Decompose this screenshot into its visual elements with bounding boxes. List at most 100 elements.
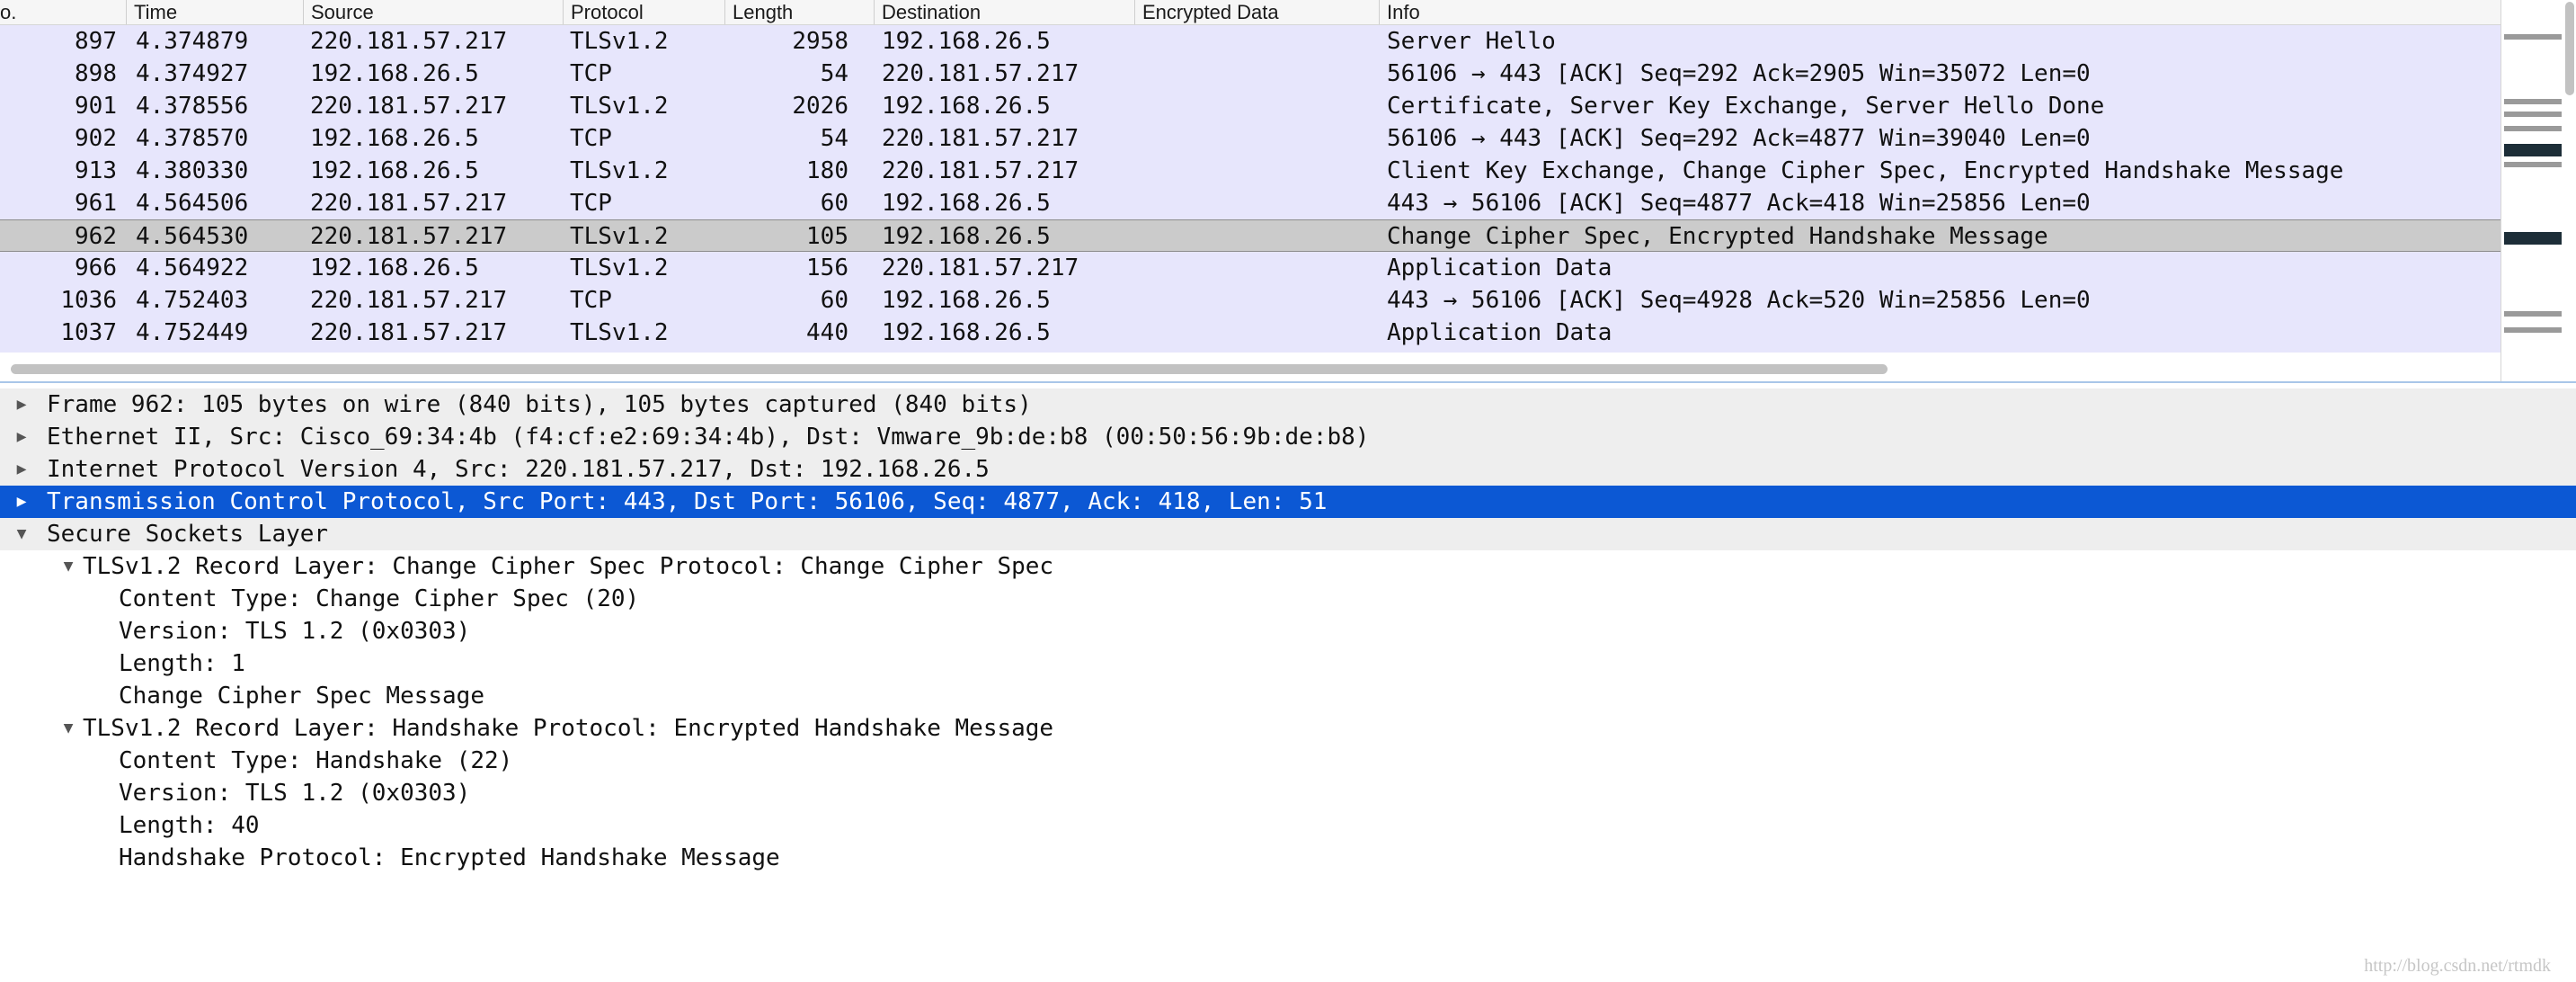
disclosure-triangle-right-icon[interactable]: ▶ bbox=[11, 453, 32, 486]
packet-cell-source: 220.181.57.217 bbox=[310, 223, 508, 250]
minimap-marker bbox=[2504, 99, 2562, 104]
packet-cell-protocol: TLSv1.2 bbox=[570, 254, 669, 281]
tree-item-label: Content Type: Handshake (22) bbox=[119, 747, 513, 774]
packet-cell-destination: 192.168.26.5 bbox=[882, 287, 1051, 314]
packet-cell-time: 4.564922 bbox=[136, 254, 249, 281]
tree-item[interactable]: Length: 40 bbox=[0, 809, 2576, 842]
packet-list-header: o. Time Source Protocol Length Destinati… bbox=[0, 0, 2500, 25]
tree-item[interactable]: Length: 1 bbox=[0, 647, 2576, 680]
packet-details-tree: http://blog.csdn.net/rtmdk ▶ Frame 962: 1… bbox=[0, 383, 2576, 982]
packet-cell-source: 220.181.57.217 bbox=[310, 28, 508, 55]
column-header-length[interactable]: Length bbox=[724, 0, 874, 24]
tree-item[interactable]: Handshake Protocol: Encrypted Handshake … bbox=[0, 842, 2576, 874]
packet-cell-length: 180 bbox=[806, 157, 848, 184]
packet-row[interactable]: 902 4.378570 192.168.26.5 TCP 54 220.181.57.2… bbox=[0, 122, 2500, 155]
minimap-marker bbox=[2504, 34, 2562, 40]
column-header-info[interactable]: Info bbox=[1379, 0, 2500, 24]
horizontal-scroll-thumb[interactable] bbox=[11, 364, 1888, 374]
tree-item[interactable]: ▶ Internet Protocol Version 4, Src: 220.1… bbox=[0, 453, 2576, 486]
packet-cell-time: 4.378570 bbox=[136, 125, 249, 152]
packet-cell-time: 4.564506 bbox=[136, 190, 249, 217]
tree-item[interactable]: ▼ Secure Sockets Layer bbox=[0, 518, 2576, 550]
packet-row[interactable]: 901 4.378556 220.181.57.217 TLSv1.2 2026 192.… bbox=[0, 90, 2500, 122]
tree-item-label: Version: TLS 1.2 (0x0303) bbox=[119, 780, 471, 807]
packet-cell-length: 2026 bbox=[792, 93, 848, 120]
vertical-scroll-thumb[interactable] bbox=[2565, 2, 2574, 95]
packet-cell-length: 2958 bbox=[792, 28, 848, 55]
tree-item[interactable]: Version: TLS 1.2 (0x0303) bbox=[0, 777, 2576, 809]
tree-item[interactable]: ▼ TLSv1.2 Record Layer: Change Cipher Spe… bbox=[0, 550, 2576, 583]
column-header-time[interactable]: Time bbox=[126, 0, 303, 24]
packet-cell-protocol: TLSv1.2 bbox=[570, 157, 669, 184]
packet-cell-no: 913 bbox=[75, 157, 117, 184]
packet-row[interactable]: 961 4.564506 220.181.57.217 TCP 60 192.168.26… bbox=[0, 187, 2500, 219]
packet-cell-no: 897 bbox=[75, 28, 117, 55]
disclosure-triangle-right-icon[interactable]: ▶ bbox=[11, 486, 32, 518]
disclosure-triangle-down-icon[interactable]: ▼ bbox=[58, 550, 79, 583]
packet-row[interactable]: 966 4.564922 192.168.26.5 TLSv1.2 156 220.181… bbox=[0, 252, 2500, 284]
packet-row[interactable]: 962 4.564530 220.181.57.217 TLSv1.2 105 192.1… bbox=[0, 219, 2500, 252]
packet-cell-destination: 220.181.57.217 bbox=[882, 125, 1079, 152]
column-header-protocol[interactable]: Protocol bbox=[563, 0, 724, 24]
tree-item-label: Handshake Protocol: Encrypted Handshake … bbox=[119, 844, 780, 871]
column-header-encrypted-data[interactable]: Encrypted Data bbox=[1134, 0, 1379, 24]
packet-row[interactable]: 1036 4.752403 220.181.57.217 TCP 60 192.168.2… bbox=[0, 284, 2500, 317]
packet-cell-length: 105 bbox=[806, 223, 848, 250]
packet-cell-source: 220.181.57.217 bbox=[310, 93, 508, 120]
minimap-marker bbox=[2504, 144, 2562, 156]
packet-row[interactable]: 1037 4.752449 220.181.57.217 TLSv1.2 440 192.… bbox=[0, 317, 2500, 349]
packet-cell-no: 966 bbox=[75, 254, 117, 281]
packet-cell-length: 440 bbox=[806, 319, 848, 346]
tree-item-label: Internet Protocol Version 4, Src: 220.18… bbox=[47, 456, 990, 483]
minimap-marker bbox=[2504, 162, 2562, 167]
column-header-destination[interactable]: Destination bbox=[874, 0, 1134, 24]
tree-item[interactable]: Content Type: Change Cipher Spec (20) bbox=[0, 583, 2576, 615]
tree-item[interactable]: Version: TLS 1.2 (0x0303) bbox=[0, 615, 2576, 647]
tree-item-label: Frame 962: 105 bytes on wire (840 bits),… bbox=[47, 391, 1032, 418]
column-header-source[interactable]: Source bbox=[303, 0, 563, 24]
packet-row[interactable]: 913 4.380330 192.168.26.5 TLSv1.2 180 220.181… bbox=[0, 155, 2500, 187]
minimap-marker bbox=[2504, 327, 2562, 333]
disclosure-triangle-right-icon[interactable]: ▶ bbox=[11, 421, 32, 453]
packet-cell-source: 220.181.57.217 bbox=[310, 190, 508, 217]
tree-item[interactable]: ▼ TLSv1.2 Record Layer: Handshake Protoco… bbox=[0, 712, 2576, 745]
packet-list[interactable]: o. Time Source Protocol Length Destinati… bbox=[0, 0, 2576, 381]
packet-cell-length: 156 bbox=[806, 254, 848, 281]
packet-cell-source: 192.168.26.5 bbox=[310, 157, 479, 184]
packet-rows: 897 4.374879 220.181.57.217 TLSv1.2 2958 192.… bbox=[0, 25, 2500, 353]
packet-cell-info: Client Key Exchange, Change Cipher Spec,… bbox=[1387, 157, 2344, 184]
packet-row[interactable]: 898 4.374927 192.168.26.5 TCP 54 220.181.57.2… bbox=[0, 58, 2500, 90]
tree-item[interactable]: Change Cipher Spec Message bbox=[0, 680, 2576, 712]
packet-cell-destination: 192.168.26.5 bbox=[882, 93, 1051, 120]
packet-cell-destination: 192.168.26.5 bbox=[882, 319, 1051, 346]
tree-item-label: Change Cipher Spec Message bbox=[119, 683, 484, 710]
tree-item-label: Version: TLS 1.2 (0x0303) bbox=[119, 618, 471, 645]
packet-cell-no: 898 bbox=[75, 60, 117, 87]
packet-cell-length: 60 bbox=[820, 287, 848, 314]
packet-cell-protocol: TLSv1.2 bbox=[570, 93, 669, 120]
column-header-no[interactable]: o. bbox=[0, 0, 126, 24]
packet-cell-time: 4.378556 bbox=[136, 93, 249, 120]
packet-cell-protocol: TCP bbox=[570, 125, 612, 152]
packet-cell-info: 56106 → 443 [ACK] Seq=292 Ack=2905 Win=3… bbox=[1387, 60, 2091, 87]
disclosure-triangle-down-icon[interactable]: ▼ bbox=[58, 712, 79, 745]
packet-cell-info: Application Data bbox=[1387, 254, 1612, 281]
tree-item[interactable]: Content Type: Handshake (22) bbox=[0, 745, 2576, 777]
tree-item[interactable]: ▶ Frame 962: 105 bytes on wire (840 bits)… bbox=[0, 388, 2576, 421]
tree-item[interactable]: ▶ Transmission Control Protocol, Src Port… bbox=[0, 486, 2576, 518]
disclosure-triangle-right-icon[interactable]: ▶ bbox=[11, 388, 32, 421]
packet-cell-no: 1036 bbox=[60, 287, 117, 314]
disclosure-triangle-down-icon[interactable]: ▼ bbox=[11, 518, 32, 550]
watermark: http://blog.csdn.net/rtmdk bbox=[2364, 956, 2551, 976]
packet-cell-protocol: TLSv1.2 bbox=[570, 223, 669, 250]
packet-cell-destination: 192.168.26.5 bbox=[882, 28, 1051, 55]
packet-cell-info: Server Hello bbox=[1387, 28, 1556, 55]
packet-row[interactable]: 897 4.374879 220.181.57.217 TLSv1.2 2958 192.… bbox=[0, 25, 2500, 58]
packet-cell-source: 220.181.57.217 bbox=[310, 319, 508, 346]
packet-cell-protocol: TCP bbox=[570, 60, 612, 87]
tree-item-label: Ethernet II, Src: Cisco_69:34:4b (f4:cf:… bbox=[47, 424, 1370, 451]
packet-cell-time: 4.380330 bbox=[136, 157, 249, 184]
packet-cell-time: 4.564530 bbox=[136, 223, 249, 250]
packet-cell-source: 192.168.26.5 bbox=[310, 125, 479, 152]
tree-item[interactable]: ▶ Ethernet II, Src: Cisco_69:34:4b (f4:cf… bbox=[0, 421, 2576, 453]
